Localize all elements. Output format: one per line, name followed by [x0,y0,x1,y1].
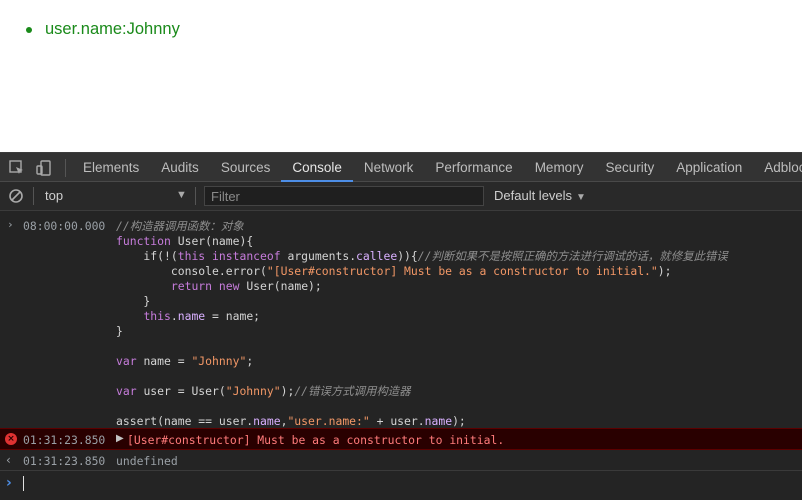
error-icon: × [5,433,17,445]
code-line: function User(name){ [116,234,253,249]
context-selector[interactable]: top [45,188,63,203]
tab-performance[interactable]: Performance [424,153,523,182]
error-message[interactable]: [User#constructor] Must be as a construc… [127,433,504,447]
code-line: this.name = name; [116,309,260,324]
tab-memory[interactable]: Memory [524,153,595,182]
console-result-entry: ‹ 01:31:23.850 undefined [0,451,802,471]
code-token: arguments. [287,249,357,263]
prompt-chevron-icon: › [6,475,12,491]
code-token: console.error( [116,264,267,278]
tab-application[interactable]: Application [665,153,753,182]
entry-timestamp: 01:31:23.850 [23,433,106,447]
devtools-tabbar: Elements Audits Sources Console Network … [0,152,802,182]
code-token: = name; [205,309,261,323]
list-item: user.name:Johnny [26,20,180,39]
tab-elements[interactable]: Elements [72,153,150,182]
code-token: } [116,324,123,338]
tab-adblock[interactable]: Adblock P [753,153,802,182]
code-token: "[User#constructor] Must be as a constru… [266,264,658,278]
code-line: //构造器调用函数：对象 [116,219,244,234]
code-line: } [116,324,123,339]
code-token: (name){ [205,234,254,248]
code-token: User [177,234,206,248]
filter-input[interactable] [204,186,484,206]
tab-console[interactable]: Console [281,153,353,182]
code-token: var [116,384,144,398]
toolbar-divider [195,187,196,205]
inspect-element-icon[interactable] [8,159,26,177]
code-token: this [143,309,171,323]
input-chevron-icon: › [7,218,14,231]
device-toolbar-icon[interactable] [35,159,53,177]
code-token: callee [356,249,398,263]
toolbar-divider [33,187,34,205]
code-token: assert(name == user. [116,414,254,428]
code-token: if(!( [116,249,178,263]
output-list: user.name:Johnny [26,20,180,39]
code-token: "user.name:" [287,414,370,428]
code-token: } [116,294,151,308]
code-token: instanceof [212,249,288,263]
code-token: //判断如果不是按照正确的方法进行调试的话，就修复此错误 [417,249,728,263]
code-token: name [253,414,281,428]
tab-network[interactable]: Network [353,153,425,182]
code-token: User(name); [246,279,322,293]
code-token: "Johnny" [225,384,281,398]
code-token: + user. [369,414,425,428]
code-token: return [170,279,219,293]
result-value: undefined [116,454,178,468]
code-line: } [116,294,150,309]
log-levels-dropdown[interactable]: Default levels ▼ [494,188,586,203]
code-token: name [177,309,206,323]
console-input-entry: › 08:00:00.000 //构造器调用函数：对象 function User… [0,216,802,429]
log-levels-label: Default levels [494,188,573,203]
console-filterbar: top ▼ Default levels▼ [0,182,802,211]
code-token: //构造器调用函数：对象 [116,219,244,233]
code-token: "Johnny" [191,354,247,368]
devtools-tabs: Elements Audits Sources Console Network … [72,153,802,182]
entry-timestamp: 08:00:00.000 [23,219,106,233]
code-line: console.error("[User#constructor] Must b… [116,264,672,279]
code-line: var user = User("Johnny");//错误方式调用构造器 [116,384,411,399]
entry-timestamp: 01:31:23.850 [23,454,106,468]
code-token: )){ [397,249,418,263]
code-token: name [424,414,453,428]
code-token: function [116,234,178,248]
code-token: name = [143,354,192,368]
text-caret [23,476,24,491]
code-token: ; [246,354,254,368]
tab-audits[interactable]: Audits [150,153,210,182]
code-token: ); [280,384,295,398]
clear-console-icon[interactable] [7,187,25,205]
console-output: › 08:00:00.000 //构造器调用函数：对象 function User… [0,211,802,500]
tab-sources[interactable]: Sources [210,153,282,182]
result-arrow-icon: ‹ [6,453,11,467]
inspected-page: user.name:Johnny [0,0,802,152]
code-token: ); [452,414,466,428]
code-token: ); [657,264,672,278]
code-line: if(!(this instanceof arguments.callee)){… [116,249,728,264]
list-item-text: user.name:Johnny [45,20,180,38]
tab-security[interactable]: Security [594,153,665,182]
console-prompt[interactable]: › [0,472,802,496]
devtools-panel: Elements Audits Sources Console Network … [0,152,802,500]
code-token: user = User( [143,384,226,398]
code-token: . [170,309,178,323]
code-line: var name = "Johnny"; [116,354,253,369]
expand-triangle-icon[interactable]: ▶ [116,433,124,444]
code-token: this [177,249,213,263]
code-token: var [116,354,144,368]
toolbar-divider [65,159,66,177]
dropdown-arrow-icon: ▼ [576,192,586,203]
console-error-entry: × 01:31:23.850 ▶ [User#constructor] Must… [0,428,802,450]
code-token: new [218,279,247,293]
code-line: assert(name == user.name,"user.name:" + … [116,414,466,429]
dropdown-arrow-icon[interactable]: ▼ [176,189,187,201]
bullet-icon [26,26,32,33]
code-token: //错误方式调用构造器 [294,384,411,398]
code-line: return new User(name); [116,279,322,294]
